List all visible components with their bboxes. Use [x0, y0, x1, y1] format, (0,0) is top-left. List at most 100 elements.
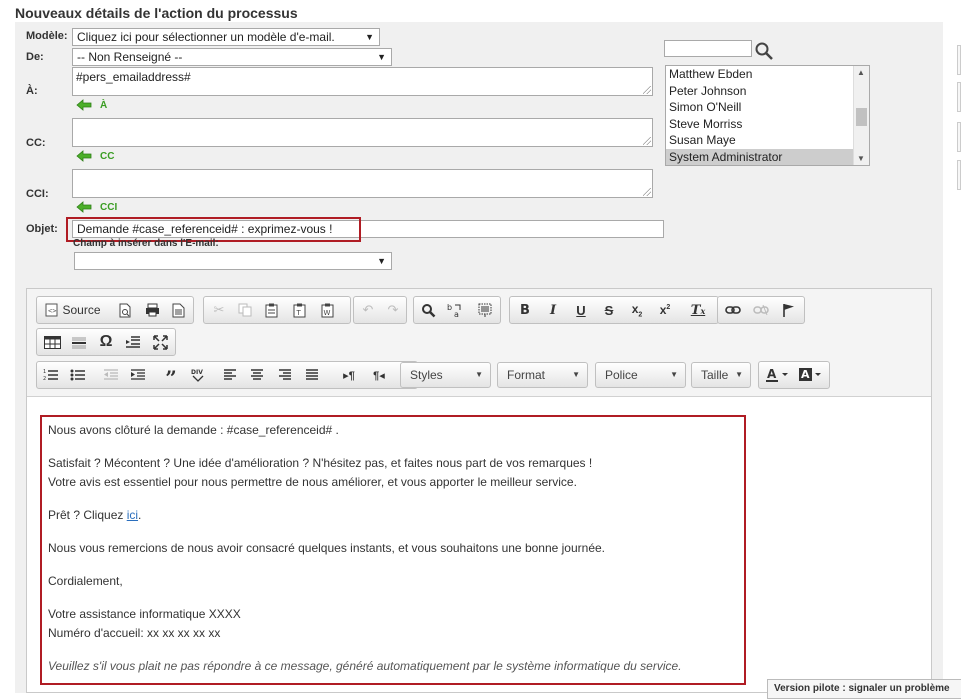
- add-a-label: À: [100, 99, 108, 111]
- preview-button[interactable]: [114, 299, 136, 321]
- redo-button[interactable]: ↷: [382, 299, 404, 321]
- ltr-button[interactable]: ▸¶: [337, 364, 361, 386]
- chevron-down-icon: ▼: [670, 370, 678, 379]
- list-item[interactable]: Susan Maye: [666, 132, 869, 149]
- horizontal-rule-button[interactable]: [67, 331, 91, 353]
- chevron-down-icon: ▼: [365, 32, 374, 42]
- italic-button[interactable]: I: [542, 299, 564, 321]
- size-dropdown[interactable]: Taille ▼: [691, 362, 751, 388]
- toolbar-group-colors: A A: [758, 361, 830, 389]
- paste-word-button[interactable]: W: [316, 299, 338, 321]
- link-button[interactable]: [721, 299, 745, 321]
- search-icon[interactable]: [754, 41, 774, 61]
- align-left-button[interactable]: [219, 364, 241, 386]
- objet-label: Objet:: [26, 223, 58, 235]
- underline-button[interactable]: U: [570, 299, 592, 321]
- bullet-list-button[interactable]: [67, 364, 89, 386]
- page-break-button[interactable]: [121, 331, 145, 353]
- undo-icon: ↶: [362, 302, 374, 317]
- table-button[interactable]: [40, 331, 64, 353]
- align-right-button[interactable]: [274, 364, 296, 386]
- resize-grip-icon[interactable]: [643, 86, 651, 94]
- resize-grip-icon[interactable]: [643, 188, 651, 196]
- select-all-button[interactable]: [474, 299, 496, 321]
- list-scrollbar[interactable]: ▲ ▼: [853, 66, 869, 165]
- anchor-button[interactable]: [776, 299, 800, 321]
- add-cci-button[interactable]: CCI: [76, 201, 117, 213]
- green-arrow-left-icon: [76, 201, 92, 213]
- cc-textarea[interactable]: [72, 118, 653, 147]
- template-icon: [172, 303, 184, 317]
- unlink-button[interactable]: [749, 299, 773, 321]
- maximize-icon: [152, 334, 168, 350]
- styles-dropdown[interactable]: Styles ▼: [400, 362, 491, 388]
- subscript-button[interactable]: x2: [626, 299, 648, 321]
- modele-select[interactable]: Cliquez ici pour sélectionner un modèle …: [72, 28, 380, 46]
- cci-textarea[interactable]: [72, 169, 653, 198]
- body-line: Cordialement,: [48, 574, 123, 588]
- svg-text:<>: <>: [48, 307, 56, 315]
- email-body-content[interactable]: Nous avons clôturé la demande : #case_re…: [40, 415, 746, 685]
- templates-button[interactable]: [167, 299, 189, 321]
- scrollbar-thumb[interactable]: [856, 108, 867, 126]
- maximize-button[interactable]: [148, 331, 172, 353]
- add-cc-button[interactable]: CC: [76, 150, 114, 162]
- strikethrough-button[interactable]: S: [598, 299, 620, 321]
- paste-text-button[interactable]: T: [288, 299, 310, 321]
- modele-label: Modèle:: [26, 30, 68, 42]
- source-button[interactable]: <> Source: [41, 299, 105, 321]
- blockquote-button[interactable]: ”: [160, 364, 182, 389]
- indent-button[interactable]: [127, 364, 149, 386]
- cut-button[interactable]: ✂: [208, 299, 230, 321]
- outdent-icon: [104, 369, 118, 380]
- numbered-list-button[interactable]: 12: [40, 364, 62, 386]
- format-dropdown[interactable]: Format ▼: [497, 362, 588, 388]
- scroll-down-icon[interactable]: ▼: [857, 154, 865, 163]
- toolbar-group-document: <> Source: [36, 296, 194, 324]
- svg-text:T: T: [295, 309, 301, 317]
- justify-button[interactable]: [301, 364, 323, 386]
- scroll-up-icon[interactable]: ▲: [857, 68, 865, 77]
- source-icon: <>: [45, 303, 58, 317]
- outdent-button[interactable]: [100, 364, 122, 386]
- font-dropdown[interactable]: Police ▼: [595, 362, 686, 388]
- add-a-button[interactable]: À: [76, 99, 107, 111]
- click-here-link[interactable]: ici: [127, 508, 138, 522]
- superscript-button[interactable]: x2: [654, 299, 676, 321]
- replace-button[interactable]: ba: [444, 299, 466, 321]
- copy-button[interactable]: [234, 299, 256, 321]
- find-button[interactable]: [417, 299, 439, 321]
- list-item[interactable]: Simon O'Neill: [666, 99, 869, 116]
- remove-format-button[interactable]: Tx: [686, 299, 710, 321]
- paste-button[interactable]: [260, 299, 282, 321]
- indent-icon: [131, 369, 145, 380]
- text-color-button[interactable]: A: [763, 364, 793, 386]
- print-button[interactable]: [141, 299, 163, 321]
- preview-icon: [119, 303, 131, 317]
- green-arrow-left-icon: [76, 99, 92, 111]
- recipient-list[interactable]: Matthew Ebden Peter Johnson Simon O'Neil…: [665, 65, 870, 166]
- list-item[interactable]: Steve Morriss: [666, 116, 869, 133]
- body-text: Prêt ? Cliquez: [48, 508, 127, 522]
- align-center-button[interactable]: [246, 364, 268, 386]
- undo-button[interactable]: ↶: [357, 299, 379, 321]
- champ-select[interactable]: ▼: [74, 252, 392, 270]
- list-item-selected[interactable]: System Administrator: [666, 148, 869, 165]
- recipient-search-input[interactable]: [664, 40, 752, 57]
- rtl-button[interactable]: ¶◂: [367, 364, 391, 386]
- list-item[interactable]: Peter Johnson: [666, 83, 869, 100]
- resize-grip-icon[interactable]: [643, 137, 651, 145]
- align-center-icon: [251, 369, 263, 380]
- print-icon: [145, 303, 159, 317]
- div-button[interactable]: DIV: [187, 364, 209, 386]
- list-item[interactable]: Matthew Ebden: [666, 66, 869, 83]
- special-char-button[interactable]: Ω: [94, 331, 118, 353]
- bold-button[interactable]: B: [514, 299, 536, 321]
- de-select[interactable]: -- Non Renseigné -- ▼: [72, 48, 392, 66]
- table-icon: [43, 335, 61, 349]
- a-textarea[interactable]: #pers_emailaddress#: [72, 67, 653, 96]
- background-color-button[interactable]: A: [796, 364, 826, 386]
- find-icon: [421, 303, 435, 317]
- horizontal-rule-icon: [72, 337, 86, 348]
- pilot-version-tooltip[interactable]: Version pilote : signaler un problème: [767, 679, 961, 699]
